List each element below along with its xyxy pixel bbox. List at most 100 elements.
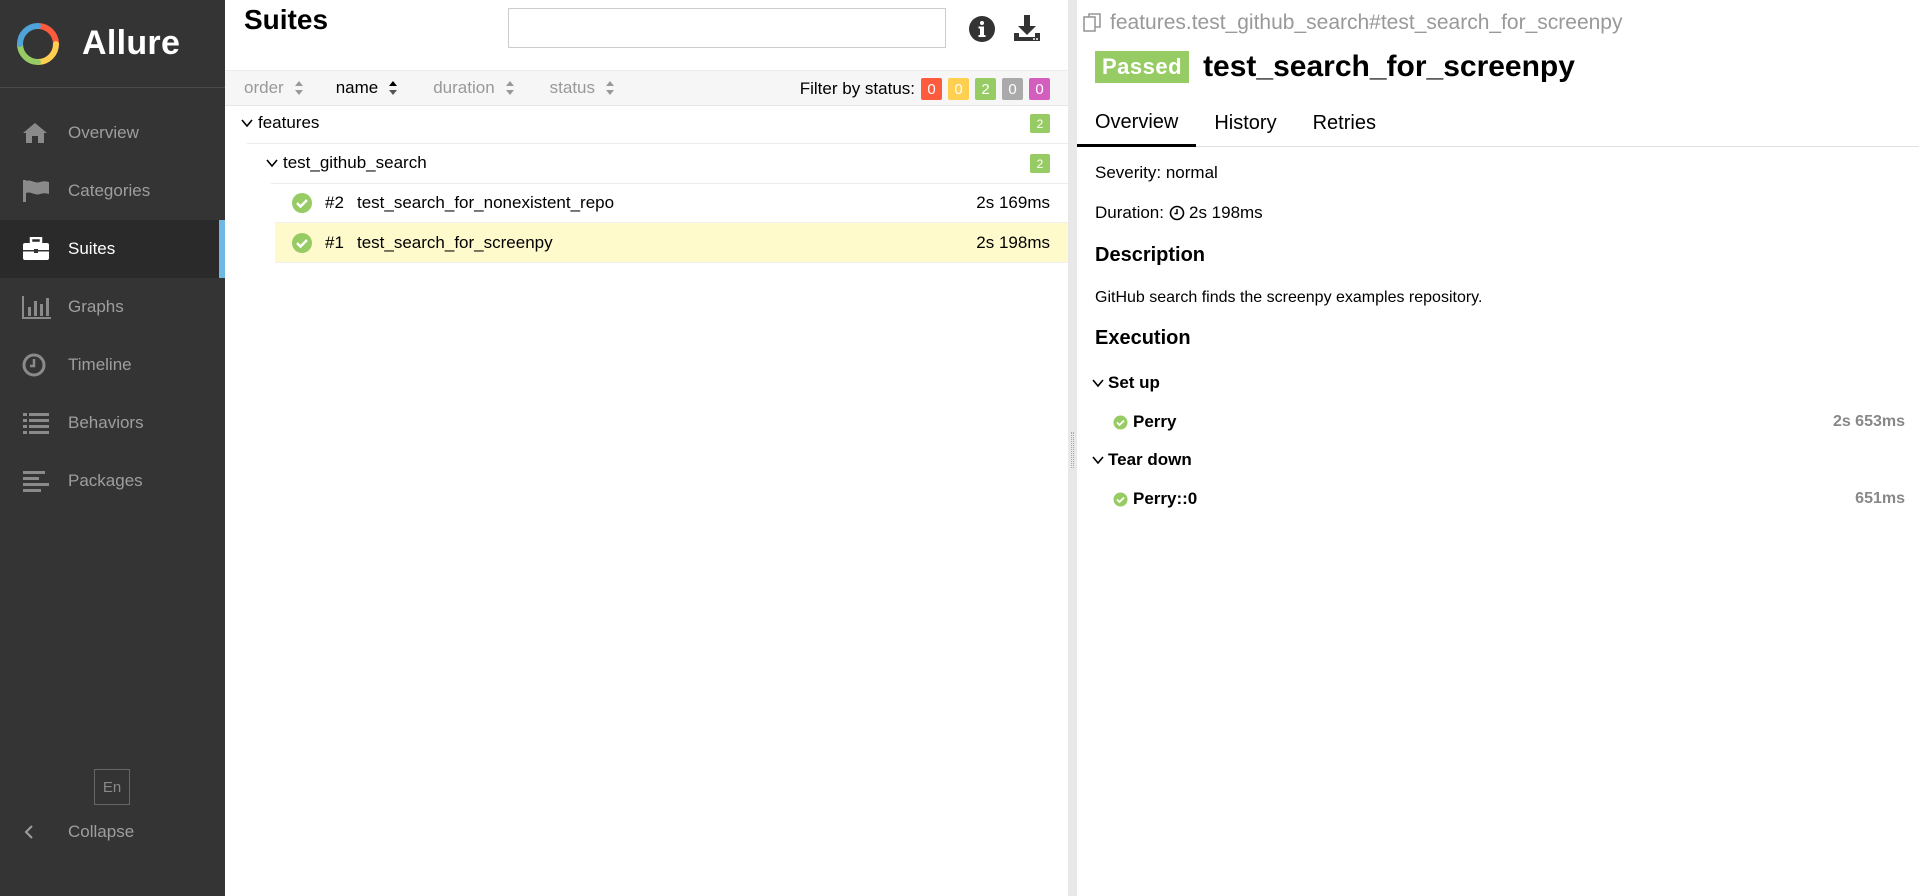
duration: Duration: 2s 198ms bbox=[1095, 203, 1263, 223]
chevron-down-icon bbox=[241, 119, 253, 128]
test-duration: 2s 198ms bbox=[976, 232, 1050, 252]
sort-icon bbox=[294, 81, 303, 95]
sort-icon bbox=[505, 81, 514, 95]
test-row-selected[interactable]: #1 test_search_for_screenpy 2s 198ms bbox=[275, 223, 1068, 263]
sidebar-item-label: Packages bbox=[68, 471, 143, 490]
setup-section[interactable]: Set up bbox=[1091, 373, 1160, 393]
drag-handle-icon bbox=[1071, 432, 1074, 468]
step-duration: 2s 653ms bbox=[1832, 413, 1905, 430]
chevron-down-icon bbox=[1092, 456, 1104, 465]
copy-icon[interactable] bbox=[1082, 12, 1104, 34]
sort-name[interactable]: name bbox=[336, 78, 399, 98]
sort-bar: order name duration status Filter by sta… bbox=[225, 70, 1068, 106]
sidebar: Allure Overview Categories Suites Graphs bbox=[0, 0, 225, 896]
sidebar-item-label: Categories bbox=[68, 181, 151, 200]
sort-label: order bbox=[244, 78, 284, 97]
align-left-icon bbox=[22, 468, 52, 494]
passed-icon bbox=[292, 192, 312, 213]
chevron-left-icon bbox=[22, 824, 52, 840]
count-badge: 2 bbox=[1030, 114, 1050, 133]
setup-label: Set up bbox=[1108, 373, 1160, 392]
tree-node-features[interactable]: features 2 bbox=[225, 103, 1068, 143]
sidebar-item-label: Overview bbox=[68, 123, 139, 142]
brand[interactable]: Allure bbox=[0, 0, 225, 88]
sidebar-item-label: Suites bbox=[68, 239, 116, 258]
execution-title: Execution bbox=[1095, 327, 1191, 349]
bar-chart-icon bbox=[22, 294, 52, 320]
test-header: Passed test_search_for_screenpy bbox=[1095, 50, 1575, 84]
sidebar-item-label: Timeline bbox=[68, 355, 132, 374]
test-duration: 2s 169ms bbox=[976, 192, 1050, 212]
collapse-label: Collapse bbox=[68, 822, 135, 841]
test-row[interactable]: #2 test_search_for_nonexistent_repo 2s 1… bbox=[275, 183, 1068, 223]
filter-skipped-badge[interactable]: 0 bbox=[1002, 78, 1023, 100]
chevron-down-icon bbox=[1092, 379, 1104, 388]
filter-failed-badge[interactable]: 0 bbox=[921, 78, 942, 100]
download-icon[interactable] bbox=[1012, 13, 1042, 43]
page-title: Suites bbox=[244, 4, 329, 35]
filter-unknown-badge[interactable]: 0 bbox=[1029, 78, 1050, 100]
detail-tabs: Overview History Retries bbox=[1077, 100, 1919, 147]
sidebar-item-suites[interactable]: Suites bbox=[0, 220, 225, 278]
sort-icon bbox=[606, 81, 615, 95]
teardown-label: Tear down bbox=[1108, 450, 1192, 469]
allure-logo-icon bbox=[17, 22, 59, 65]
tree-node-test-github-search[interactable]: test_github_search 2 bbox=[225, 143, 1068, 183]
test-path-text: features.test_github_search#test_search_… bbox=[1110, 11, 1623, 34]
brand-name: Allure bbox=[82, 24, 181, 62]
sort-label: name bbox=[335, 78, 379, 97]
status-badge: Passed bbox=[1095, 51, 1190, 83]
passed-icon bbox=[292, 232, 312, 253]
duration-label: Duration: bbox=[1095, 203, 1164, 222]
language-button[interactable]: En bbox=[94, 769, 130, 805]
sidebar-item-label: Graphs bbox=[68, 297, 124, 316]
teardown-section[interactable]: Tear down bbox=[1091, 450, 1192, 470]
sort-status[interactable]: status bbox=[550, 78, 615, 98]
search-input[interactable] bbox=[508, 8, 946, 48]
filter-passed-badge[interactable]: 2 bbox=[975, 78, 996, 100]
passed-icon bbox=[1113, 415, 1128, 429]
briefcase-icon bbox=[22, 236, 52, 262]
tab-retries[interactable]: Retries bbox=[1295, 100, 1394, 147]
sidebar-item-overview[interactable]: Overview bbox=[0, 104, 225, 162]
list-icon bbox=[22, 410, 52, 436]
sidebar-item-packages[interactable]: Packages bbox=[0, 452, 225, 510]
status-filter: Filter by status: 0 0 2 0 0 bbox=[800, 71, 1050, 107]
description-title: Description bbox=[1095, 244, 1206, 266]
teardown-step[interactable]: Perry::0 651ms bbox=[1113, 487, 1905, 511]
sort-label: duration bbox=[433, 78, 495, 97]
tree-node-label: features bbox=[258, 113, 320, 132]
suites-pane: Suites order name duration status Filter… bbox=[225, 0, 1068, 896]
tree-node-label: test_github_search bbox=[283, 153, 427, 172]
test-name: test_search_for_nonexistent_repo bbox=[357, 192, 615, 212]
pane-splitter[interactable] bbox=[1068, 0, 1077, 896]
clock-icon bbox=[1169, 205, 1185, 221]
filter-broken-badge[interactable]: 0 bbox=[948, 78, 969, 100]
test-name: test_search_for_screenpy bbox=[357, 232, 553, 252]
sidebar-item-categories[interactable]: Categories bbox=[0, 162, 225, 220]
test-detail-pane: features.test_github_search#test_search_… bbox=[1077, 0, 1919, 896]
collapse-button[interactable]: Collapse bbox=[22, 818, 134, 846]
sidebar-item-behaviors[interactable]: Behaviors bbox=[0, 394, 225, 452]
test-title: test_search_for_screenpy bbox=[1203, 50, 1575, 83]
sort-duration[interactable]: duration bbox=[433, 78, 514, 98]
test-number: #2 bbox=[325, 192, 344, 212]
tab-history[interactable]: History bbox=[1196, 100, 1294, 147]
passed-icon bbox=[1113, 492, 1128, 506]
description-text: GitHub search finds the screenpy example… bbox=[1095, 289, 1483, 306]
tab-overview[interactable]: Overview bbox=[1077, 100, 1197, 147]
filter-label: Filter by status: bbox=[799, 79, 915, 98]
test-number: #1 bbox=[325, 232, 344, 252]
sidebar-item-graphs[interactable]: Graphs bbox=[0, 278, 225, 336]
severity: Severity: normal bbox=[1095, 163, 1218, 182]
step-name: Perry::0 bbox=[1133, 489, 1198, 508]
chevron-down-icon bbox=[266, 159, 278, 168]
home-icon bbox=[22, 120, 52, 146]
duration-value: 2s 198ms bbox=[1188, 203, 1263, 222]
info-icon[interactable] bbox=[968, 15, 996, 43]
step-name: Perry bbox=[1133, 412, 1177, 431]
sidebar-item-timeline[interactable]: Timeline bbox=[0, 336, 225, 394]
sort-order[interactable]: order bbox=[244, 78, 304, 98]
setup-step[interactable]: Perry 2s 653ms bbox=[1113, 410, 1905, 434]
step-duration: 651ms bbox=[1855, 490, 1905, 507]
